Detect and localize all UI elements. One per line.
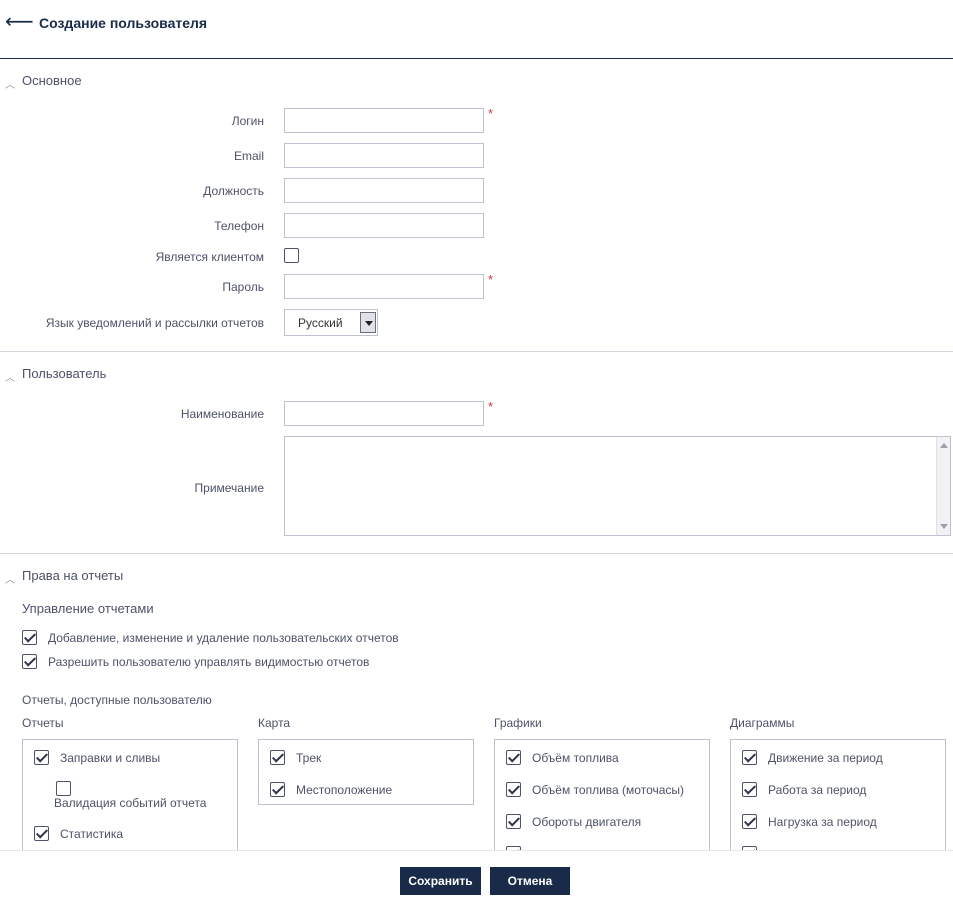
footer-bar: Сохранить Отмена	[0, 850, 953, 908]
login-input[interactable]	[284, 108, 484, 133]
name-label: Наименование	[180, 407, 264, 421]
password-label: Пароль	[222, 280, 264, 294]
diagram-checkbox[interactable]	[742, 750, 757, 765]
column-title-diagrams: Диаграммы	[730, 716, 795, 730]
note-label: Примечание	[194, 481, 264, 495]
phone-label: Телефон	[214, 219, 264, 233]
scrollbar[interactable]	[936, 437, 950, 535]
save-button[interactable]: Сохранить	[400, 867, 481, 895]
password-input[interactable]	[284, 274, 484, 299]
perm-edit-checkbox[interactable]	[22, 630, 37, 645]
chevron-up-icon: ︿	[5, 575, 15, 586]
map-checkbox[interactable]	[270, 750, 285, 765]
language-label: Язык уведомлений и рассылки отчетов	[45, 316, 264, 330]
position-input[interactable]	[284, 178, 484, 203]
position-label: Должность	[203, 184, 264, 198]
dropdown-arrow-icon[interactable]	[360, 312, 376, 333]
email-label: Email	[233, 149, 264, 163]
perm-visibility-checkbox[interactable]	[22, 654, 37, 669]
section-basic-header[interactable]: ︿ Основное	[0, 73, 200, 93]
page-title: Создание пользователя	[39, 15, 208, 31]
email-input[interactable]	[284, 143, 484, 168]
report-checkbox[interactable]	[34, 826, 49, 841]
scroll-down-icon[interactable]	[940, 524, 948, 529]
section-user-header[interactable]: ︿ Пользователь	[0, 366, 200, 386]
map-checkbox[interactable]	[270, 782, 285, 797]
page-header: ⟵ Создание пользователя	[0, 0, 953, 59]
language-select[interactable]: Русский	[284, 309, 378, 336]
required-mark: *	[488, 106, 494, 121]
is-client-checkbox[interactable]	[284, 248, 299, 263]
login-label: Логин	[231, 114, 264, 128]
section-reports-header[interactable]: ︿ Права на отчеты	[0, 568, 200, 588]
available-title: Отчеты, доступные пользователю	[22, 693, 212, 707]
phone-input[interactable]	[284, 213, 484, 238]
graph-checkbox[interactable]	[506, 750, 521, 765]
scroll-up-icon[interactable]	[940, 443, 948, 448]
report-validation-checkbox[interactable]	[56, 781, 71, 796]
cancel-button[interactable]: Отмена	[490, 867, 570, 895]
column-title-reports: Отчеты	[22, 716, 64, 730]
management-title: Управление отчетами	[22, 601, 154, 616]
diagram-checkbox[interactable]	[742, 814, 757, 829]
map-panel: Трек Местоположение	[258, 739, 474, 805]
column-title-map: Карта	[258, 716, 291, 730]
is-client-label: Является клиентом	[155, 250, 264, 264]
report-validation-label: Валидация событий отчета	[54, 796, 207, 810]
chevron-up-icon: ︿	[5, 373, 15, 384]
graph-checkbox[interactable]	[506, 814, 521, 829]
section-divider	[0, 351, 953, 352]
graph-checkbox[interactable]	[506, 782, 521, 797]
chevron-up-icon: ︿	[5, 80, 15, 91]
column-title-graphs: Графики	[494, 716, 542, 730]
report-checkbox[interactable]	[34, 750, 49, 765]
required-mark: *	[488, 399, 494, 414]
name-input[interactable]	[284, 401, 484, 426]
required-mark: *	[488, 272, 494, 287]
note-textarea[interactable]	[284, 436, 951, 536]
back-arrow-icon[interactable]: ⟵	[5, 12, 34, 32]
diagram-checkbox[interactable]	[742, 782, 757, 797]
section-divider	[0, 553, 953, 554]
